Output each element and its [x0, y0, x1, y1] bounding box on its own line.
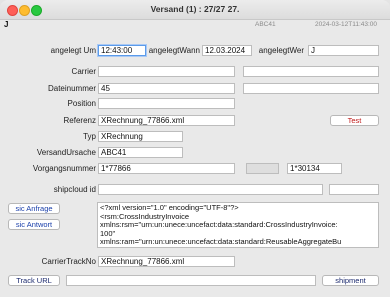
referenz-label: Referenz [63, 116, 96, 125]
carrier-track-no-field[interactable]: XRechnung_77866.xml [98, 256, 235, 267]
sic-anfrage-button[interactable]: sic Anfrage [8, 203, 60, 214]
position-label: Position [67, 99, 96, 108]
typ-label: Typ [83, 132, 96, 141]
angelegt-um-label: angelegt Um [50, 46, 96, 55]
referenz-field[interactable]: XRechnung_77866.xml [98, 115, 235, 126]
shipcloud-extra-field[interactable] [329, 184, 379, 195]
track-url-button[interactable]: Track URL [8, 275, 60, 286]
dateinummer-extra-field[interactable] [243, 83, 379, 94]
angelegt-um-field[interactable]: 12:43:00 [98, 45, 146, 56]
window-title: Versand (1) : 27/27 27. [150, 4, 240, 14]
shipcloud-id-field[interactable] [98, 184, 323, 195]
header-timestamp: 2024-03-12T11:43:00 [315, 21, 378, 28]
carrier-extra-field[interactable] [243, 66, 379, 77]
vorgangsnummer-label: Vorgangsnummer [32, 164, 96, 173]
xml-line: xmlns:rsm="urn:un:unece:uncefact:data:st… [100, 220, 338, 229]
angelegt-wann-label: angelegtWann [148, 46, 200, 55]
carrier-label: Carrier [71, 67, 96, 76]
versand-ursache-field[interactable]: ABC41 [98, 147, 183, 158]
angelegt-wer-label: angelegtWer [258, 46, 304, 55]
position-field[interactable] [98, 98, 235, 109]
test-button[interactable]: Test [330, 115, 379, 126]
angelegt-wann-field[interactable]: 12.03.2024 [202, 45, 252, 56]
xml-content-area[interactable]: <?xml version="1.0" encoding="UTF-8"?> <… [97, 202, 379, 248]
typ-field[interactable]: XRechnung [98, 131, 183, 142]
sic-antwort-button[interactable]: sic Antwort [8, 219, 60, 230]
versand-window: Versand (1) : 27/27 27. J ABC41 2024-03-… [0, 0, 390, 297]
versand-ursache-label: VersandUrsache [36, 148, 96, 157]
dateinummer-label: Dateinummer [47, 84, 96, 93]
header-code: ABC41 [255, 21, 276, 28]
xml-line: xmlns:ram="urn:un:unece:uncefact:data:st… [100, 237, 342, 246]
vorgangsnummer-field[interactable]: 1*77866 [98, 163, 235, 174]
vorgangsnummer-secondary-field[interactable] [246, 163, 279, 174]
track-url-field[interactable] [66, 275, 316, 286]
shipcloud-id-label: shipcloud id [53, 185, 96, 194]
vorgangsnummer-related-field[interactable]: 1*30134 [287, 163, 342, 174]
dateinummer-field[interactable]: 45 [98, 83, 235, 94]
shipment-button[interactable]: shipment [322, 275, 379, 286]
carrier-track-no-label: CarrierTrackNo [41, 257, 96, 266]
angelegt-wer-field[interactable]: J [308, 45, 379, 56]
record-marker: J [4, 20, 9, 29]
carrier-field[interactable] [98, 66, 235, 77]
title-bar[interactable]: Versand (1) : 27/27 27. [0, 0, 390, 20]
